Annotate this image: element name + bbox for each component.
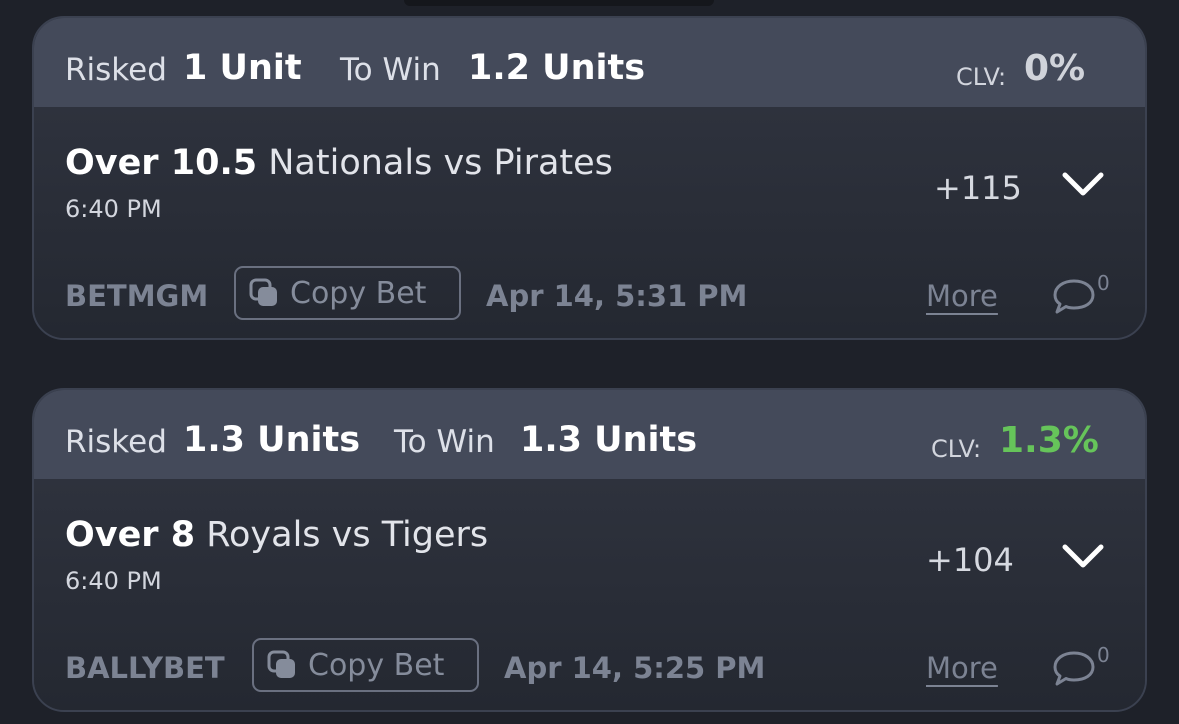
comment-bubble-icon — [1053, 651, 1095, 686]
placed-at: Apr 14, 5:31 PM — [486, 279, 748, 313]
odds: +115 — [934, 169, 1022, 207]
bet-card-header: Risked 1.3 Units To Win 1.3 Units CLV: 1… — [34, 390, 1145, 479]
risked-value: 1.3 Units — [183, 420, 361, 460]
copy-icon — [267, 650, 295, 678]
pick-matchup: Nationals vs Pirates — [268, 143, 613, 183]
risked-label: Risked — [65, 424, 167, 460]
copy-icon — [249, 278, 277, 306]
pick-matchup: Royals vs Tigers — [206, 515, 489, 555]
bet-card-header: Risked 1 Unit To Win 1.2 Units CLV: 0% — [34, 18, 1145, 107]
more-link[interactable]: More — [926, 651, 998, 685]
bet-card-body: Over 8 Royals vs Tigers 6:40 PM +104 BAL… — [34, 479, 1145, 710]
copy-bet-label: Copy Bet — [308, 647, 445, 683]
comments-button[interactable]: 0 — [1050, 265, 1120, 315]
pick-line: Over 8 — [65, 515, 196, 555]
risked-label: Risked — [65, 52, 167, 88]
bet-card-body: Over 10.5 Nationals vs Pirates 6:40 PM +… — [34, 107, 1145, 338]
comments-button[interactable]: 0 — [1050, 637, 1120, 687]
copy-bet-label: Copy Bet — [290, 275, 427, 311]
to-win-value: 1.3 Units — [520, 420, 698, 460]
to-win-label: To Win — [394, 424, 495, 460]
pick-title: Over 10.5 Nationals vs Pirates — [65, 143, 613, 183]
clv-label: CLV: — [931, 435, 982, 463]
pick-line: Over 10.5 — [65, 143, 258, 183]
more-link[interactable]: More — [926, 279, 998, 313]
bet-card: Risked 1.3 Units To Win 1.3 Units CLV: 1… — [32, 388, 1147, 712]
game-time: 6:40 PM — [65, 567, 162, 595]
comment-count: 0 — [1097, 271, 1110, 295]
chevron-down-icon[interactable] — [1061, 171, 1105, 197]
clv-value: 1.3% — [999, 420, 1099, 461]
to-win-value: 1.2 Units — [468, 48, 646, 88]
bet-card: Risked 1 Unit To Win 1.2 Units CLV: 0% O… — [32, 16, 1147, 340]
to-win-label: To Win — [340, 52, 441, 88]
placed-at: Apr 14, 5:25 PM — [504, 651, 766, 685]
risked-value: 1 Unit — [183, 48, 302, 88]
copy-bet-button[interactable]: Copy Bet — [234, 266, 461, 320]
pick-title: Over 8 Royals vs Tigers — [65, 515, 488, 555]
chevron-down-icon[interactable] — [1061, 543, 1105, 569]
odds: +104 — [926, 541, 1014, 579]
copy-bet-button[interactable]: Copy Bet — [252, 638, 479, 692]
clv-value: 0% — [1024, 48, 1086, 89]
comment-bubble-icon — [1053, 279, 1095, 314]
comment-count: 0 — [1097, 643, 1110, 667]
sportsbook-name: BETMGM — [65, 279, 209, 313]
top-edge-element — [404, 0, 714, 6]
clv-label: CLV: — [956, 63, 1007, 91]
sportsbook-name: BALLYBET — [65, 651, 225, 685]
game-time: 6:40 PM — [65, 195, 162, 223]
